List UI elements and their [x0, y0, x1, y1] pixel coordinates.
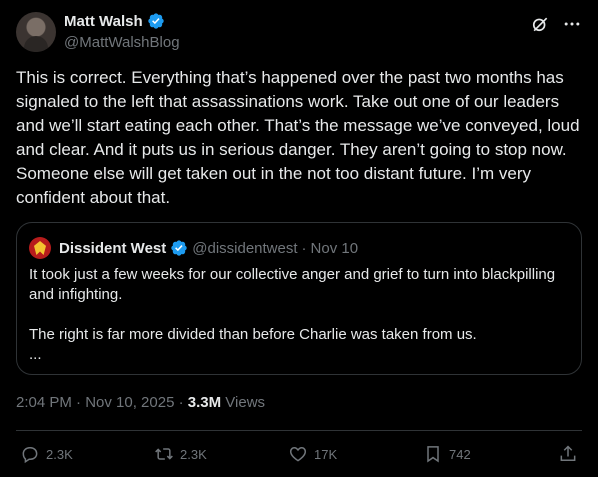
- author-name-row: Matt Walsh: [64, 12, 165, 30]
- quoted-date: Nov 10: [310, 239, 359, 257]
- bookmark-button[interactable]: 742: [423, 444, 471, 464]
- quoted-separator: ·: [301, 239, 307, 257]
- quoted-text-ellipsis: ...: [29, 346, 42, 363]
- like-count: 17K: [314, 446, 338, 462]
- divider: [16, 430, 582, 431]
- share-button[interactable]: [558, 444, 578, 464]
- quoted-post-text: It took just a few weeks for our collect…: [29, 265, 559, 365]
- quoted-post[interactable]: Dissident West @dissidentwest · Nov 10 I…: [16, 222, 582, 375]
- post-meta: 2:04 PM · Nov 10, 2025 · 3.3M Views: [16, 394, 265, 411]
- quoted-author-handle: @dissidentwest: [192, 239, 298, 257]
- avatar[interactable]: [16, 12, 56, 52]
- action-bar: 2.3K 2.3K 17K 742: [16, 441, 582, 467]
- quoted-author-name: Dissident West: [59, 239, 167, 257]
- quoted-text-line: It took just a few weeks for our collect…: [29, 266, 556, 303]
- reply-icon: [22, 447, 38, 464]
- more-icon[interactable]: [562, 14, 582, 34]
- repost-icon: [155, 448, 173, 460]
- like-icon: [289, 446, 307, 462]
- reply-button[interactable]: 2.3K: [20, 444, 73, 464]
- share-icon: [560, 445, 576, 461]
- header-actions: [530, 14, 582, 34]
- author-name[interactable]: Matt Walsh: [64, 13, 143, 30]
- post-timestamp[interactable]: 2:04 PM · Nov 10, 2025 ·: [16, 394, 188, 411]
- views-count: 3.3M: [187, 394, 222, 411]
- verified-badge-icon: [147, 13, 164, 29]
- bookmark-count: 742: [449, 446, 471, 462]
- bookmark-icon: [427, 446, 439, 463]
- like-button[interactable]: 17K: [288, 444, 337, 464]
- quoted-avatar: [29, 237, 51, 259]
- reply-count: 2.3K: [46, 446, 73, 462]
- post-header: Matt Walsh @MattWalshBlog: [16, 12, 582, 54]
- quoted-post-header: Dissident West @dissidentwest · Nov 10: [29, 237, 358, 259]
- author-handle[interactable]: @MattWalshBlog: [64, 34, 180, 51]
- repost-button[interactable]: 2.3K: [154, 444, 207, 464]
- verified-badge-icon: [171, 240, 187, 256]
- grok-icon[interactable]: [530, 14, 550, 34]
- quoted-text-line: The right is far more divided than befor…: [29, 326, 477, 343]
- views-label: Views: [221, 394, 266, 411]
- repost-count: 2.3K: [180, 446, 207, 462]
- post-text: This is correct. Everything that’s happe…: [16, 68, 580, 207]
